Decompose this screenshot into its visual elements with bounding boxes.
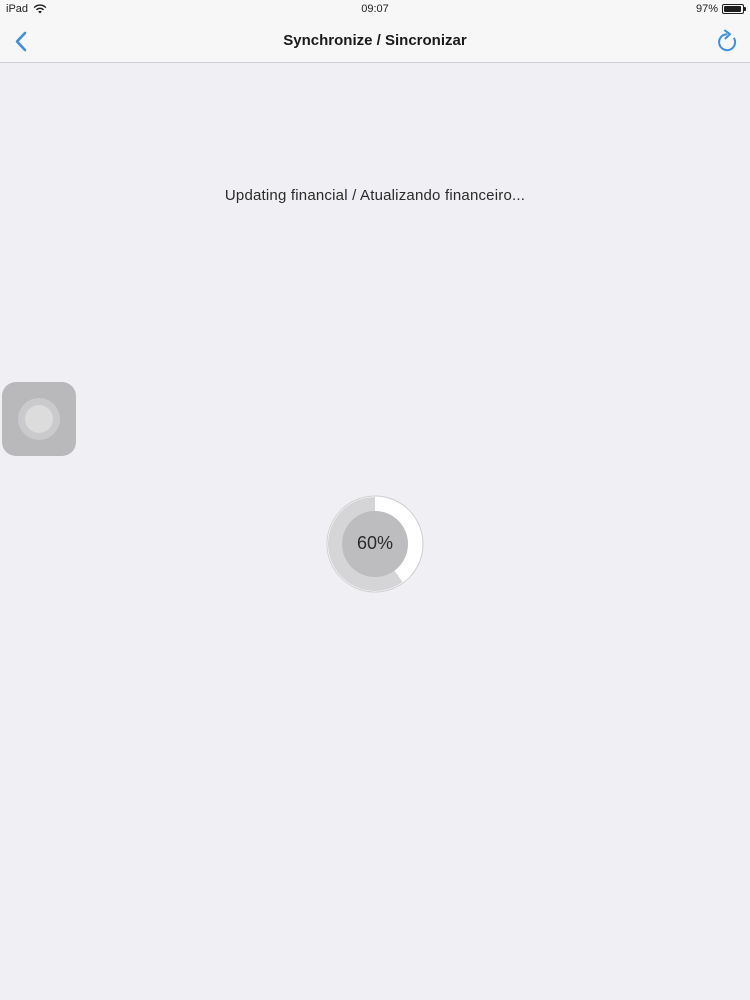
- assistive-touch-button[interactable]: [2, 382, 76, 456]
- status-right: 97%: [695, 3, 746, 15]
- navigation-bar: Synchronize / Sincronizar: [0, 20, 750, 63]
- sync-status-message: Updating financial / Atualizando finance…: [224, 187, 526, 204]
- refresh-button[interactable]: [714, 28, 742, 56]
- battery-icon: [722, 4, 746, 14]
- clock: 09:07: [361, 3, 389, 15]
- battery-fill: [724, 6, 741, 12]
- progress-percent-label: 60%: [356, 533, 394, 553]
- progress-ring: 60%: [326, 495, 424, 593]
- page-title: Synchronize / Sincronizar: [283, 32, 467, 49]
- refresh-icon: [718, 29, 737, 52]
- battery-percent: 97%: [695, 3, 718, 15]
- status-bar: iPad 09:07 97%: [0, 0, 750, 20]
- battery-tip: [744, 7, 746, 11]
- assistive-touch-inner-circle: [25, 405, 53, 433]
